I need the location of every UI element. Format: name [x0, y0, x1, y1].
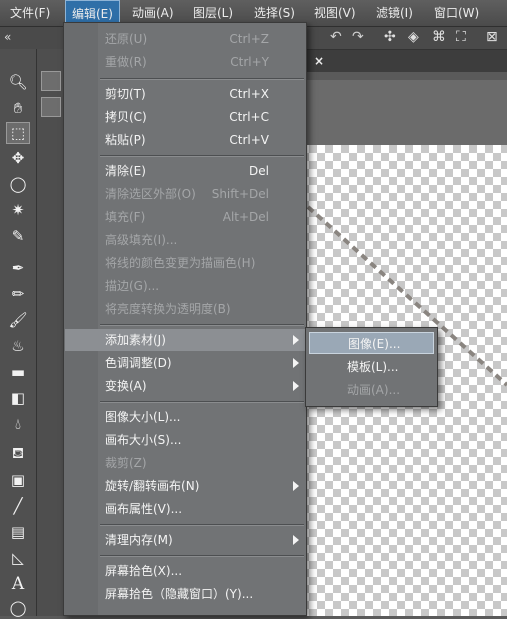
- sub-tool-panel: [37, 49, 64, 616]
- menu-item-cut[interactable]: 剪切(T) Ctrl+X: [65, 83, 305, 105]
- menu-item-tonal-correction[interactable]: 色调调整(D): [65, 352, 305, 374]
- brush-icon[interactable]: 🖌︎: [6, 309, 30, 331]
- decoration-icon[interactable]: ▬: [6, 361, 30, 383]
- submenu-arrow-icon: [293, 335, 299, 345]
- redo-icon[interactable]: ↷: [352, 29, 364, 45]
- submenu-arrow-icon: [293, 535, 299, 545]
- submenu-arrow-icon: [293, 481, 299, 491]
- grid-icon[interactable]: ⊠: [486, 29, 498, 45]
- menu-item-canvas-size[interactable]: 画布大小(S)...: [65, 429, 305, 451]
- transform-icon[interactable]: ⌘: [432, 29, 446, 45]
- sub-tool-thumb-2[interactable]: [41, 97, 61, 117]
- close-icon[interactable]: ×: [311, 53, 327, 69]
- magic-wand-icon[interactable]: ✷: [6, 199, 30, 221]
- menu-item-rotate-flip-canvas[interactable]: 旋转/翻转画布(N): [65, 475, 305, 497]
- lasso-icon[interactable]: ◯: [6, 173, 30, 195]
- ruler-icon[interactable]: ◺: [6, 547, 30, 569]
- menu-file[interactable]: 文件(F): [10, 0, 50, 26]
- eraser-icon[interactable]: ◧: [6, 387, 30, 409]
- menu-item-clear[interactable]: 清除(E) Del: [65, 160, 305, 182]
- text-icon[interactable]: A: [6, 573, 30, 595]
- undo-icon[interactable]: ↶: [330, 29, 342, 45]
- submenu-arrow-icon: [293, 358, 299, 368]
- add-material-submenu: 图像(E)... 模板(L)... 动画(A)...: [305, 327, 438, 407]
- blend-icon[interactable]: 💧︎: [6, 413, 30, 435]
- pen-icon[interactable]: ✒: [6, 257, 30, 279]
- menu-window[interactable]: 窗口(W): [434, 0, 479, 26]
- menu-item-transform[interactable]: 变换(A): [65, 375, 305, 397]
- menu-item-image-size[interactable]: 图像大小(L)...: [65, 406, 305, 428]
- menu-view[interactable]: 视图(V): [314, 0, 356, 26]
- menu-item-undo[interactable]: 还原(U) Ctrl+Z: [65, 28, 305, 50]
- fill-bucket-icon[interactable]: ⛾: [6, 443, 30, 465]
- crop-icon[interactable]: ⛶: [456, 29, 466, 45]
- separator: [100, 524, 304, 526]
- menu-item-redo[interactable]: 重做(R) Ctrl+Y: [65, 51, 305, 73]
- menu-item-luminance-to-opacity[interactable]: 将亮度转换为透明度(B): [65, 298, 305, 320]
- menu-item-add-material[interactable]: 添加素材(J): [65, 329, 305, 351]
- submenu-item-image[interactable]: 图像(E)...: [309, 332, 434, 354]
- menu-item-clear-memory[interactable]: 清理内存(M): [65, 529, 305, 551]
- menu-item-fill[interactable]: 填充(F) Alt+Del: [65, 206, 305, 228]
- menu-item-screen-color-picker-hide[interactable]: 屏幕拾色（隐藏窗口）(Y)...: [65, 583, 305, 605]
- menu-item-clear-outside[interactable]: 清除选区外部(O) Shift+Del: [65, 183, 305, 205]
- frame-icon[interactable]: ▤: [6, 521, 30, 543]
- sub-tool-thumb-1[interactable]: [41, 71, 61, 91]
- line-icon[interactable]: ╱: [6, 495, 30, 517]
- separator: [100, 78, 304, 80]
- menu-item-change-line-color[interactable]: 将线的颜色变更为描画色(H): [65, 252, 305, 274]
- separator: [100, 555, 304, 557]
- menu-item-stroke[interactable]: 描边(G)...: [65, 275, 305, 297]
- edit-menu: 还原(U) Ctrl+Z 重做(R) Ctrl+Y 剪切(T) Ctrl+X 拷贝(C…: [63, 22, 307, 616]
- eyedropper-icon[interactable]: ✎: [6, 225, 30, 247]
- tool-palette: 🔍︎ ✋︎ ⬚ ✥ ◯ ✷ ✎ ✒ ✏ 🖌︎ ♨ ▬ ◧ 💧︎ ⛾ ▣ ╱ ▤ …: [0, 49, 37, 617]
- submenu-item-animation[interactable]: 动画(A)...: [309, 379, 434, 401]
- separator: [100, 324, 304, 326]
- pencil-icon[interactable]: ✏: [6, 283, 30, 305]
- menu-item-canvas-properties[interactable]: 画布属性(V)...: [65, 498, 305, 520]
- menu-item-paste[interactable]: 粘贴(P) Ctrl+V: [65, 129, 305, 151]
- separator: [100, 155, 304, 157]
- spinner-icon[interactable]: ✣: [384, 29, 396, 45]
- submenu-item-template[interactable]: 模板(L)...: [309, 356, 434, 378]
- menu-filter[interactable]: 滤镜(I): [376, 0, 413, 26]
- object-select-icon[interactable]: ⬚: [6, 122, 30, 144]
- hand-icon[interactable]: ✋︎: [6, 97, 30, 119]
- menu-item-copy[interactable]: 拷贝(C) Ctrl+C: [65, 106, 305, 128]
- gradient-icon[interactable]: ▣: [6, 469, 30, 491]
- menu-item-advanced-fill[interactable]: 高级填充(I)...: [65, 229, 305, 251]
- airbrush-icon[interactable]: ♨: [6, 335, 30, 357]
- menu-item-crop[interactable]: 裁剪(Z): [65, 452, 305, 474]
- zoom-icon[interactable]: 🔍︎: [6, 71, 30, 93]
- menu-item-screen-color-picker[interactable]: 屏幕拾色(X)...: [65, 560, 305, 582]
- submenu-arrow-icon: [293, 381, 299, 391]
- fill-icon[interactable]: ◈: [408, 29, 419, 45]
- move-layer-icon[interactable]: ✥: [6, 147, 30, 169]
- separator: [100, 401, 304, 403]
- collapse-icon[interactable]: «: [4, 30, 11, 44]
